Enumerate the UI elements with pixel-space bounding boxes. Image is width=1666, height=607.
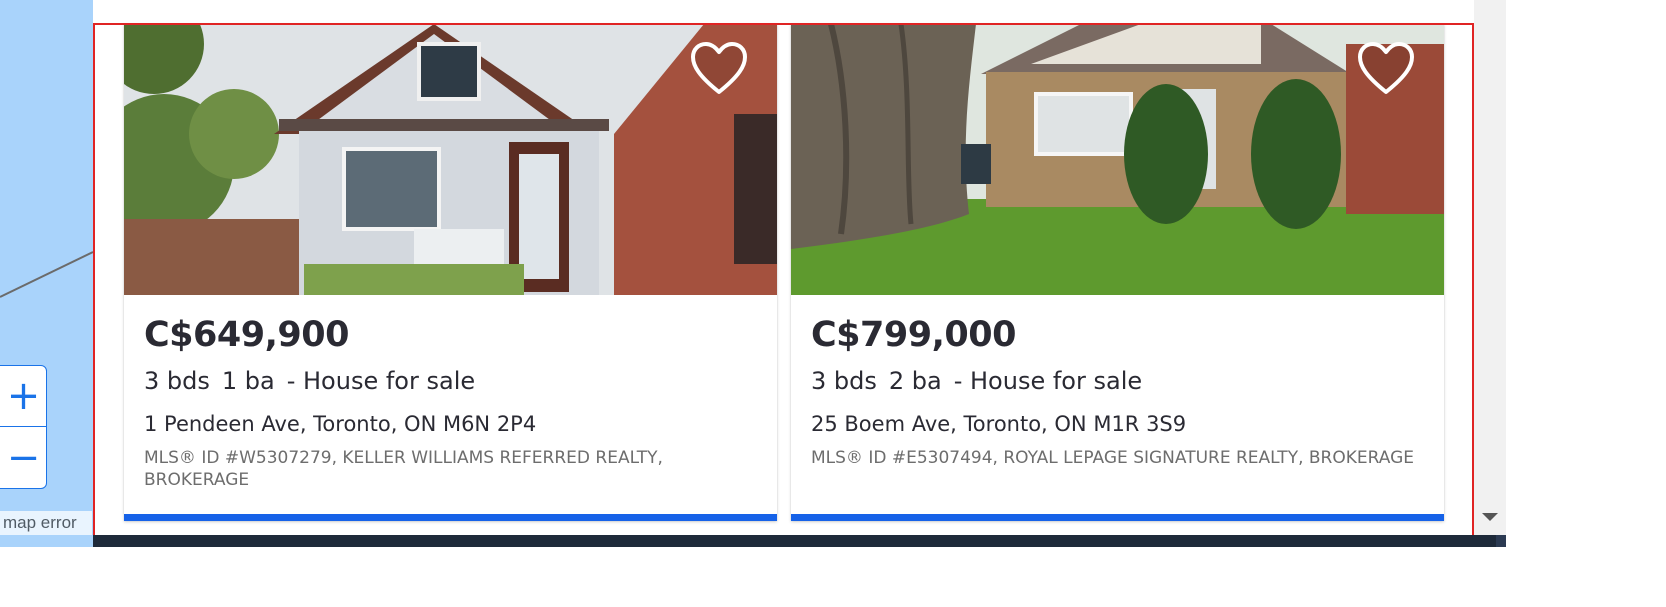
listing-price: C$649,900 xyxy=(144,315,349,355)
listing-price: C$799,000 xyxy=(811,315,1016,355)
card-accent-bar xyxy=(124,514,777,521)
listing-address: 1 Pendeen Ave, Toronto, ON M6N 2P4 xyxy=(144,412,537,436)
map-error-label: map error xyxy=(0,511,92,535)
scrollbar[interactable] xyxy=(1474,0,1506,547)
footer-strip-end xyxy=(1496,535,1506,547)
listing-type: - House for sale xyxy=(286,367,476,395)
listing-card[interactable]: C$799,000 3 bds 2 ba - House for sale 25… xyxy=(791,24,1444,521)
listing-card[interactable]: C$649,900 3 bds 1 ba - House for sale 1 … xyxy=(124,24,777,521)
map-area[interactable]: + − map error xyxy=(0,0,93,547)
footer-strip xyxy=(93,535,1506,547)
map-zoom-control: + − xyxy=(0,365,47,489)
listing-type: - House for sale xyxy=(953,367,1143,395)
listing-mls-info: MLS® ID #W5307279, KELLER WILLIAMS REFER… xyxy=(144,448,663,490)
heart-outline-icon[interactable] xyxy=(689,40,749,96)
listing-photo[interactable] xyxy=(791,24,1444,295)
listing-details: C$649,900 3 bds 1 ba - House for sale 1 … xyxy=(144,309,759,491)
card-accent-bar xyxy=(791,514,1444,521)
zoom-in-button[interactable]: + xyxy=(0,366,46,427)
scroll-down-arrow-icon[interactable] xyxy=(1482,513,1498,521)
listing-baths: 2 ba xyxy=(888,367,942,395)
listing-mls-info: MLS® ID #E5307494, ROYAL LEPAGE SIGNATUR… xyxy=(811,448,1414,468)
house-photo-2 xyxy=(791,24,1444,295)
zoom-out-button[interactable]: − xyxy=(0,427,46,488)
listing-beds: 3 bds xyxy=(144,367,210,395)
house-photo-1 xyxy=(124,24,777,295)
listing-baths: 1 ba xyxy=(221,367,275,395)
heart-outline-icon[interactable] xyxy=(1356,40,1416,96)
listing-details: C$799,000 3 bds 2 ba - House for sale 25… xyxy=(811,309,1426,469)
listing-address: 25 Boem Ave, Toronto, ON M1R 3S9 xyxy=(811,412,1187,436)
listing-facts: 3 bds 2 ba - House for sale xyxy=(811,361,1426,401)
listing-facts: 3 bds 1 ba - House for sale xyxy=(144,361,759,401)
listing-photo[interactable] xyxy=(124,24,777,295)
listing-beds: 3 bds xyxy=(811,367,877,395)
